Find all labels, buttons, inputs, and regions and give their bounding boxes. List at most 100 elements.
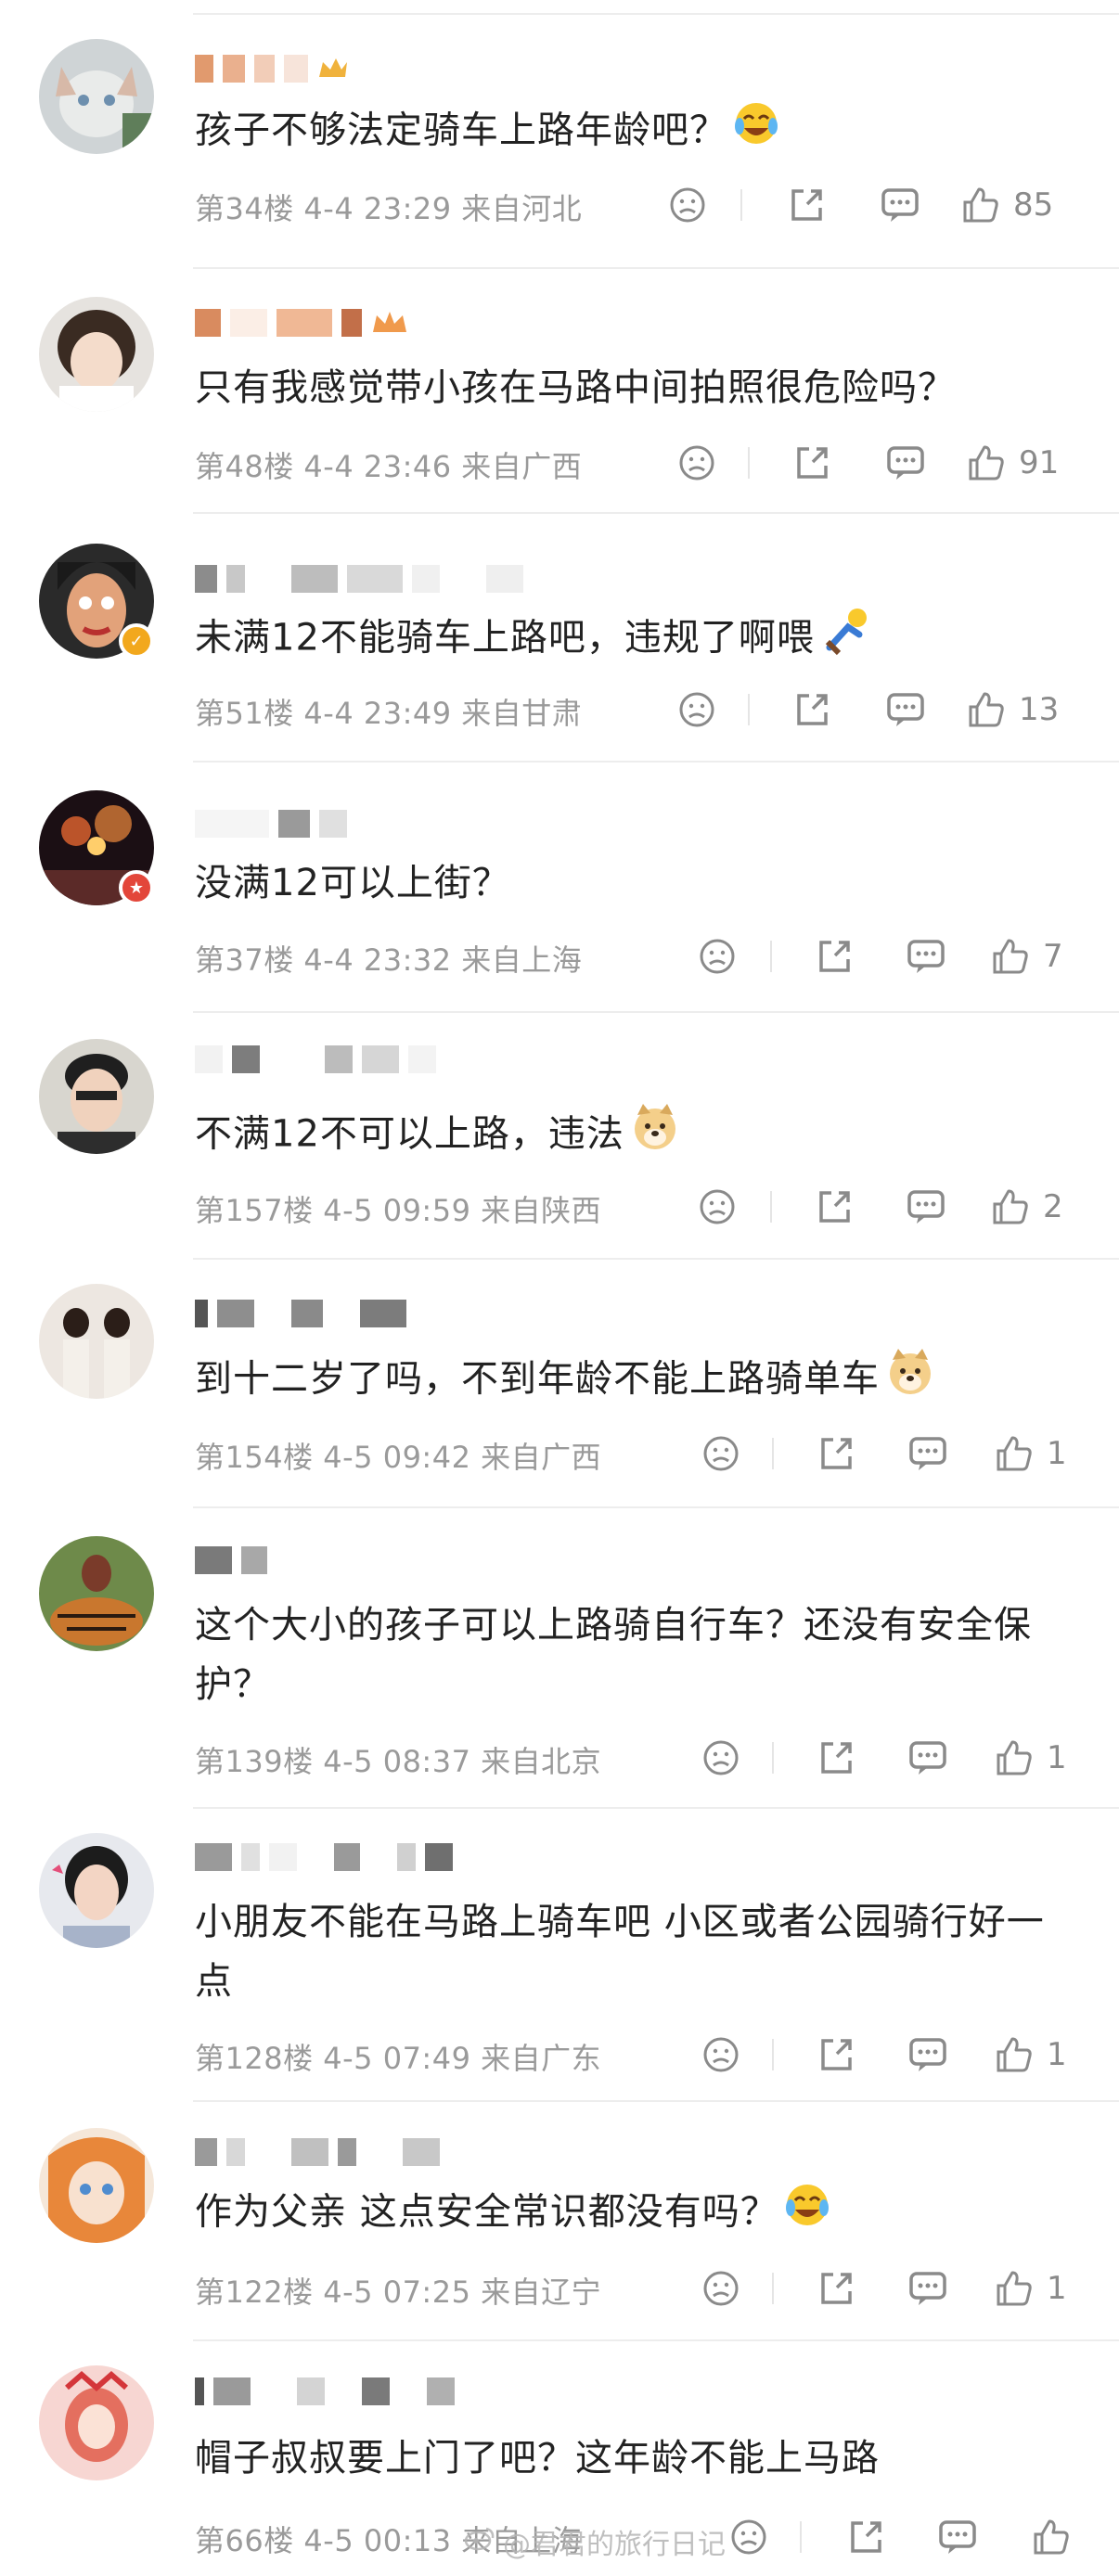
dislike-icon[interactable] — [701, 1430, 740, 1477]
blurred-username[interactable] — [195, 1043, 436, 1076]
share-icon[interactable] — [787, 182, 826, 228]
comment-meta: 第139楼 4-5 08:37 来自北京 — [195, 1744, 602, 1779]
verified-badge-icon: ✓ — [119, 623, 154, 659]
avatar[interactable] — [39, 1833, 154, 1948]
comment-icon[interactable] — [907, 2031, 948, 2078]
thumbs-up-icon — [991, 1187, 1030, 1226]
comment-text: 没满12可以上街？ — [195, 862, 510, 904]
comment-meta: 第157楼 4-5 09:59 来自陕西 — [195, 1193, 602, 1228]
share-icon[interactable] — [817, 1430, 855, 1477]
comment-text: 到十二岁了吗，不到年龄不能上路骑单车 — [195, 1347, 1067, 1415]
blurred-username[interactable] — [195, 807, 347, 840]
thumbs-up-icon — [967, 443, 1006, 482]
like-button[interactable]: 2 — [991, 1184, 1063, 1230]
comment-text: 作为父亲 这点安全常识都没有吗？ — [195, 2182, 1067, 2246]
comment-icon[interactable] — [907, 1735, 948, 1781]
thumbs-up-icon — [995, 2035, 1034, 2074]
like-count: 1 — [1047, 1739, 1067, 1776]
divider — [193, 1011, 1119, 1013]
avatar[interactable] — [39, 39, 154, 154]
like-button[interactable]: 1 — [995, 1430, 1067, 1477]
comment-meta: 第122楼 4-5 07:25 来自辽宁 — [195, 2275, 602, 2310]
weibo-logo-icon — [464, 2525, 495, 2558]
share-icon[interactable] — [817, 1735, 855, 1781]
avatar[interactable] — [39, 297, 154, 412]
dislike-icon[interactable] — [729, 2514, 768, 2560]
dislike-icon[interactable] — [701, 2265, 740, 2312]
dislike-icon[interactable] — [698, 933, 737, 980]
divider — [193, 1506, 1119, 1508]
comment-icon[interactable] — [880, 182, 920, 228]
share-icon[interactable] — [792, 686, 831, 733]
comment-text: 未满12不能骑车上路吧，违规了啊喂 — [195, 605, 1067, 674]
blurred-username[interactable] — [195, 1297, 406, 1330]
thumbs-up-icon — [1032, 2518, 1071, 2557]
comment-text: 孩子不够法定骑车上路年龄吧？ — [195, 100, 1067, 164]
share-icon[interactable] — [817, 2031, 855, 2078]
thumbs-up-icon — [991, 937, 1030, 976]
like-count: 2 — [1043, 1188, 1063, 1225]
dislike-icon[interactable] — [677, 440, 716, 486]
comment-text: 小朋友不能在马路上骑车吧 小区或者公园骑行好一点 — [195, 1901, 1045, 2003]
like-button[interactable]: 1 — [995, 2265, 1067, 2312]
comment-icon[interactable] — [907, 2265, 948, 2312]
comment-meta: 第51楼 4-4 23:49 来自甘肃 — [195, 696, 583, 731]
like-button[interactable] — [1032, 2514, 1071, 2560]
divider — [193, 1807, 1119, 1809]
comment-icon[interactable] — [906, 933, 946, 980]
share-icon[interactable] — [792, 440, 831, 486]
comment-icon[interactable] — [907, 1430, 948, 1477]
like-button[interactable]: 7 — [991, 933, 1063, 980]
avatar[interactable] — [39, 1536, 154, 1651]
blurred-username[interactable] — [195, 2375, 455, 2408]
thumbs-up-icon — [995, 1738, 1034, 1777]
comment-text: 帽子叔叔要上门了吧？这年龄不能上马路 — [195, 2437, 880, 2480]
comment-icon[interactable] — [906, 1184, 946, 1230]
comment-text: 只有我感觉带小孩在马路中间拍照很危险吗？ — [195, 366, 956, 409]
avatar[interactable] — [39, 1284, 154, 1399]
avatar[interactable] — [39, 2128, 154, 2243]
like-button[interactable]: 1 — [995, 1735, 1067, 1781]
blurred-username[interactable] — [195, 306, 408, 340]
dislike-icon[interactable] — [701, 1735, 740, 1781]
vip-badge-icon: ★ — [119, 870, 154, 905]
dislike-icon[interactable] — [701, 2031, 740, 2078]
divider — [193, 267, 1119, 269]
like-button[interactable]: 85 — [961, 182, 1053, 228]
like-count: 91 — [1019, 444, 1060, 481]
like-count: 1 — [1047, 2270, 1067, 2307]
blurred-username[interactable] — [195, 52, 349, 85]
thumbs-up-icon — [967, 690, 1006, 729]
comment-meta: 第48楼 4-4 23:46 来自广西 — [195, 449, 583, 484]
like-count: 1 — [1047, 2036, 1067, 2073]
divider — [193, 2339, 1119, 2341]
share-icon[interactable] — [815, 933, 854, 980]
doge-emoji — [885, 1347, 935, 1415]
dislike-icon[interactable] — [668, 182, 707, 228]
like-count: 1 — [1047, 1435, 1067, 1472]
share-icon[interactable] — [817, 2265, 855, 2312]
like-count: 7 — [1043, 938, 1063, 975]
avatar[interactable] — [39, 1039, 154, 1154]
divider — [193, 761, 1119, 763]
avatar[interactable] — [39, 2365, 154, 2480]
share-icon[interactable] — [815, 1184, 854, 1230]
dislike-icon[interactable] — [677, 686, 716, 733]
blurred-username[interactable] — [195, 1544, 267, 1577]
level-crown-icon — [373, 312, 406, 332]
divider — [193, 2100, 1119, 2102]
like-count: 85 — [1013, 186, 1054, 224]
like-button[interactable]: 91 — [967, 440, 1059, 486]
dislike-icon[interactable] — [698, 1184, 737, 1230]
like-button[interactable]: 1 — [995, 2031, 1067, 2078]
comment-icon[interactable] — [885, 440, 926, 486]
comment-icon[interactable] — [885, 686, 926, 733]
comment-meta: 第154楼 4-5 09:42 来自广西 — [195, 1440, 602, 1475]
blurred-username[interactable] — [195, 2135, 440, 2169]
comment-icon[interactable] — [937, 2514, 978, 2560]
weibo-watermark: @君君的旅行日记 — [464, 2521, 726, 2562]
share-icon[interactable] — [846, 2514, 885, 2560]
like-button[interactable]: 13 — [967, 686, 1059, 733]
blurred-username[interactable] — [195, 1840, 453, 1874]
blurred-username[interactable] — [195, 562, 523, 596]
